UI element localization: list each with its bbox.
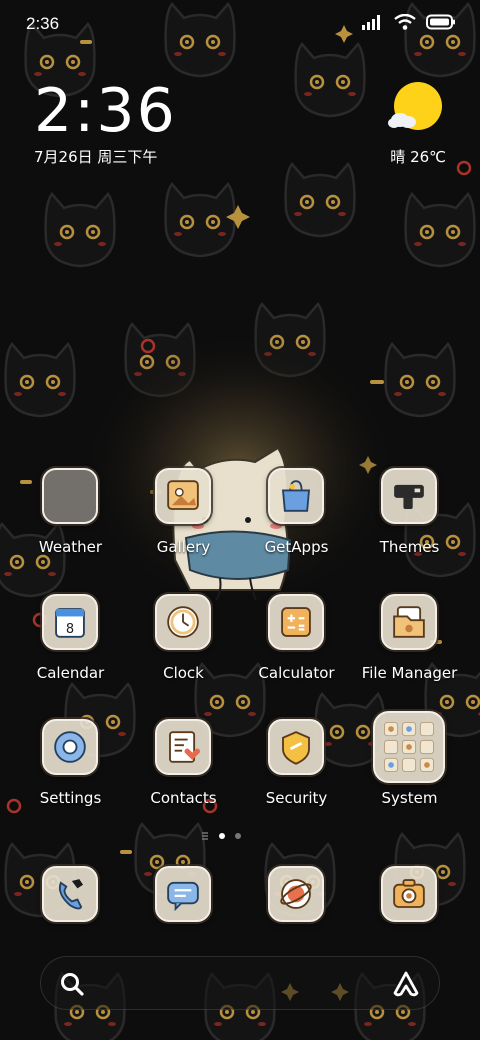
security-icon bbox=[268, 719, 324, 775]
sunny-icon bbox=[388, 82, 442, 130]
messages-icon bbox=[167, 881, 199, 912]
wifi-icon bbox=[394, 14, 416, 30]
app-settings[interactable]: Settings bbox=[14, 719, 127, 829]
dock-phone[interactable] bbox=[42, 866, 98, 922]
weather-icon bbox=[42, 468, 98, 524]
app-themes[interactable]: Themes bbox=[353, 468, 466, 578]
app-label: System bbox=[381, 789, 438, 807]
app-contacts[interactable]: Contacts bbox=[127, 719, 240, 829]
app-gallery[interactable]: Gallery bbox=[127, 468, 240, 578]
camera-icon bbox=[393, 879, 425, 908]
page-list-icon bbox=[202, 832, 208, 840]
status-icons bbox=[362, 14, 456, 30]
app-security[interactable]: Security bbox=[240, 719, 353, 829]
app-label: Themes bbox=[379, 538, 440, 556]
clock-widget[interactable]: 2:36 7月26日 周三下午 bbox=[34, 80, 214, 170]
status-bar: 2:36 bbox=[0, 0, 480, 50]
app-clock[interactable]: Clock bbox=[127, 594, 240, 704]
app-calendar[interactable]: 8 Calendar bbox=[14, 594, 127, 704]
app-file-manager[interactable]: File Manager bbox=[353, 594, 466, 704]
getapps-icon bbox=[268, 468, 324, 524]
calculator-icon bbox=[268, 594, 324, 650]
search-bar[interactable] bbox=[40, 956, 440, 1010]
dock-messages[interactable] bbox=[155, 866, 211, 922]
app-weather[interactable]: Weather bbox=[14, 468, 127, 578]
weather-widget[interactable]: 晴 26℃ bbox=[326, 82, 446, 172]
settings-icon bbox=[42, 719, 98, 775]
svg-text:8: 8 bbox=[66, 622, 74, 637]
search-icon[interactable] bbox=[59, 971, 85, 997]
file-manager-icon bbox=[381, 594, 437, 650]
widget-date: 7月26日 周三下午 bbox=[34, 148, 158, 166]
app-getapps[interactable]: GetApps bbox=[240, 468, 353, 578]
phone-icon bbox=[58, 879, 83, 910]
page-indicator[interactable] bbox=[200, 830, 280, 842]
app-system-folder[interactable]: System bbox=[353, 711, 466, 829]
status-time: 2:36 bbox=[26, 14, 60, 33]
signal-icon bbox=[362, 15, 380, 30]
page-dot bbox=[235, 833, 241, 839]
themes-icon bbox=[381, 468, 437, 524]
calendar-icon: 8 bbox=[42, 594, 98, 650]
gallery-icon bbox=[155, 468, 211, 524]
dock-camera[interactable] bbox=[381, 866, 437, 922]
clock-icon bbox=[155, 594, 211, 650]
battery-icon bbox=[426, 14, 455, 30]
contacts-icon bbox=[155, 719, 211, 775]
app-calculator[interactable]: Calculator bbox=[240, 594, 353, 704]
weather-text: 晴 26℃ bbox=[390, 148, 446, 166]
page-dot-current bbox=[219, 833, 225, 839]
assistant-icon[interactable] bbox=[391, 969, 421, 999]
app-label: File Manager bbox=[361, 664, 458, 682]
widget-time: 2:36 bbox=[34, 76, 177, 146]
folder-icon bbox=[373, 711, 445, 783]
dock-browser[interactable] bbox=[268, 866, 324, 922]
browser-icon bbox=[280, 879, 312, 909]
